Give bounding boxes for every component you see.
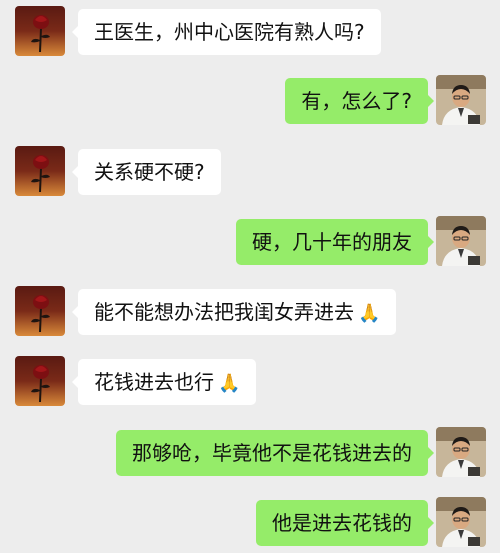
message-row-outgoing: 硬，几十年的朋友: [0, 216, 500, 270]
doctor-avatar-icon[interactable]: [436, 427, 486, 477]
message-row-outgoing: 那够呛，毕竟他不是花钱进去的: [0, 427, 500, 481]
doctor-avatar-icon[interactable]: [436, 216, 486, 266]
message-row-incoming: 关系硬不硬?: [0, 146, 500, 200]
praying-hands-icon: 🙏: [218, 373, 241, 394]
message-bubble[interactable]: 能不能想办法把我闺女弄进去 🙏: [71, 289, 397, 335]
chat-message-list[interactable]: 王医生，州中心医院有熟人吗? 有，怎么了? 关系硬不硬? 硬，几十年的朋友 能不…: [0, 0, 500, 553]
message-text: 硬，几十年的朋友: [252, 230, 412, 254]
message-bubble[interactable]: 花钱进去也行 🙏: [71, 359, 257, 405]
message-text: 王医生，州中心医院有熟人吗?: [94, 20, 365, 44]
message-row-incoming: 王医生，州中心医院有熟人吗?: [0, 6, 500, 60]
message-row-outgoing: 他是进去花钱的: [0, 497, 500, 551]
rose-avatar-icon[interactable]: [15, 146, 65, 196]
doctor-avatar-icon[interactable]: [436, 497, 486, 547]
message-bubble[interactable]: 王医生，州中心医院有熟人吗?: [72, 9, 381, 55]
message-text: 那够呛，毕竟他不是花钱进去的: [132, 441, 412, 465]
praying-hands-icon: 🙏: [358, 303, 381, 324]
rose-avatar-icon[interactable]: [15, 286, 65, 336]
message-row-incoming: 花钱进去也行 🙏: [0, 356, 500, 410]
doctor-avatar-icon[interactable]: [436, 75, 486, 125]
rose-avatar-icon[interactable]: [15, 6, 65, 56]
rose-avatar-icon[interactable]: [15, 356, 65, 406]
message-bubble[interactable]: 有，怎么了?: [285, 78, 434, 124]
message-row-outgoing: 有，怎么了?: [0, 75, 500, 129]
message-text: 关系硬不硬?: [94, 160, 205, 184]
message-text: 他是进去花钱的: [272, 511, 412, 535]
message-text: 有，怎么了?: [301, 89, 412, 113]
message-bubble[interactable]: 关系硬不硬?: [72, 149, 221, 195]
message-text: 能不能想办法把我闺女弄进去: [94, 300, 354, 324]
message-text: 花钱进去也行: [94, 370, 214, 394]
message-bubble[interactable]: 硬，几十年的朋友: [236, 219, 434, 265]
message-bubble[interactable]: 他是进去花钱的: [256, 500, 434, 546]
message-bubble[interactable]: 那够呛，毕竟他不是花钱进去的: [116, 430, 434, 476]
message-row-incoming: 能不能想办法把我闺女弄进去 🙏: [0, 286, 500, 340]
